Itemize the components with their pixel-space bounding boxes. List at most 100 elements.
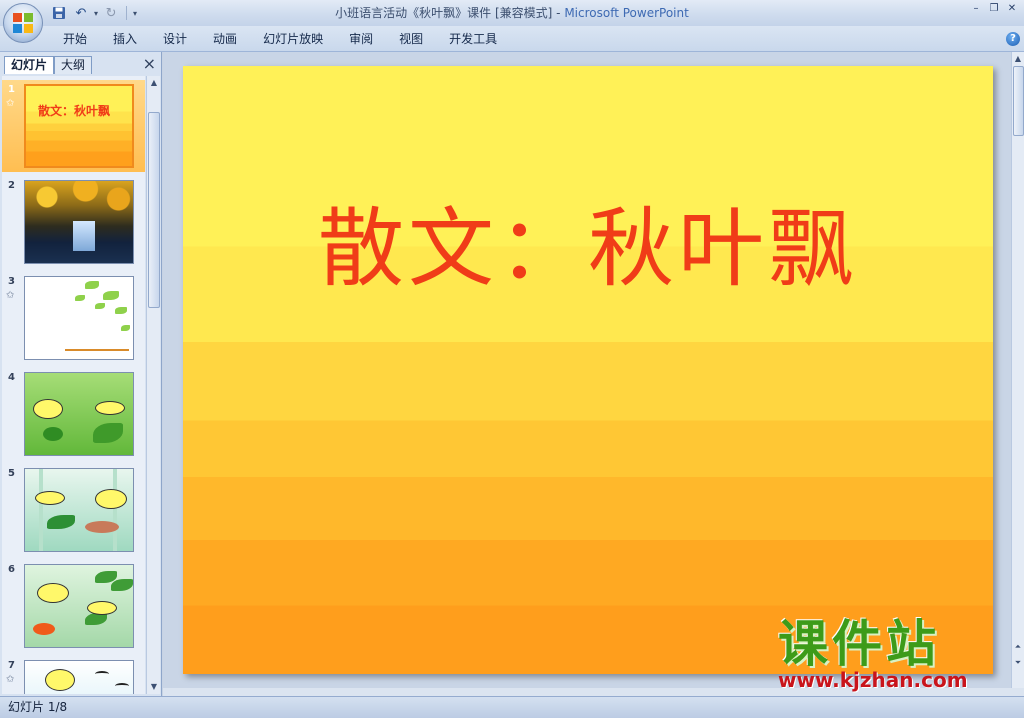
redo-icon[interactable]: ↻	[102, 4, 120, 22]
speech-bubble	[37, 583, 69, 603]
slide-thumbnail-3[interactable]: 3 ✩	[2, 272, 145, 364]
title-bar: 小班语言活动《秋叶飘》课件 [兼容模式] - Microsoft PowerPo…	[0, 0, 1024, 26]
app-name: Microsoft PowerPoint	[564, 6, 689, 20]
undo-icon[interactable]: ↶	[72, 4, 90, 22]
slide-number: 4	[8, 372, 15, 383]
slide-thumbnail-6[interactable]: 6	[2, 560, 145, 652]
tab-review[interactable]: 审阅	[336, 26, 386, 52]
ribbon-tabs: 开始 插入 设计 动画 幻灯片放映 审阅 视图 开发工具	[50, 26, 510, 52]
swallow-image	[115, 683, 129, 689]
tab-slideshow[interactable]: 幻灯片放映	[250, 26, 336, 52]
caterpillar-image	[43, 427, 63, 441]
waterfall-image	[73, 221, 95, 251]
tab-developer[interactable]: 开发工具	[436, 26, 510, 52]
leaf-shape	[47, 515, 75, 529]
clownfish-image	[33, 623, 55, 635]
slide-counter: 幻灯片 1/8	[8, 700, 68, 714]
close-window-icon[interactable]: ✕	[1006, 3, 1018, 15]
swallow-image	[95, 671, 109, 677]
office-button[interactable]	[3, 3, 43, 43]
tab-outline[interactable]: 大纲	[54, 56, 93, 74]
current-slide[interactable]: 散文：秋叶飘	[183, 66, 993, 674]
slide-preview	[24, 468, 134, 552]
slide-thumbnail-5[interactable]: 5	[2, 464, 145, 556]
speech-bubble	[35, 491, 65, 505]
leaf-shape	[95, 303, 105, 309]
slide-editor: 散文：秋叶飘	[163, 52, 1011, 688]
speech-bubble	[45, 669, 75, 691]
customize-toolbar-icon[interactable]: ▾	[133, 9, 137, 18]
scroll-up-icon[interactable]: ▲	[1012, 52, 1024, 66]
animation-star-icon: ✩	[6, 98, 15, 109]
speech-bubble	[95, 401, 125, 415]
leaf-shape	[103, 291, 119, 300]
tab-home[interactable]: 开始	[50, 26, 100, 52]
slide-preview	[24, 276, 134, 360]
restore-icon[interactable]: ❐	[988, 3, 1000, 15]
slide-preview-title: 散文：秋叶飘	[38, 104, 111, 118]
window-title: 小班语言活动《秋叶飘》课件 [兼容模式] - Microsoft PowerPo…	[0, 0, 1024, 26]
reed-shape	[39, 469, 43, 551]
slide-number: 1	[8, 84, 15, 95]
reed-shape	[113, 469, 117, 551]
close-pane-icon[interactable]: ×	[143, 55, 156, 73]
animation-star-icon: ✩	[6, 674, 15, 685]
document-title: 小班语言活动《秋叶飘》课件 [兼容模式]	[335, 6, 553, 20]
slide-thumbnail-2[interactable]: 2	[2, 176, 145, 268]
watermark-text: 课件站	[778, 615, 940, 673]
fish-image	[85, 521, 119, 533]
window-controls: – ❐ ✕	[970, 3, 1018, 15]
tab-slides[interactable]: 幻灯片	[4, 56, 55, 74]
leaf-shape	[93, 423, 123, 443]
tab-insert[interactable]: 插入	[100, 26, 150, 52]
slide-number: 2	[8, 180, 15, 191]
slides-pane: 幻灯片 大纲 × 1 ✩ 散文：秋叶飘 2 3 ✩ 4 5 6 7 ✩ ▲ ▼	[0, 52, 162, 696]
slide-thumbnail-4[interactable]: 4	[2, 368, 145, 460]
slide-preview: 散文：秋叶飘	[24, 84, 134, 168]
next-slide-icon[interactable]: ⏷	[1012, 656, 1024, 670]
slide-thumbnail-1[interactable]: 1 ✩ 散文：秋叶飘	[2, 80, 145, 172]
quick-access-toolbar: ↶ ▾ ↻ ▾	[50, 3, 137, 23]
leaf-shape	[121, 325, 130, 331]
autumn-leaves-image	[25, 181, 133, 221]
slide-preview	[24, 372, 134, 456]
scroll-thumb[interactable]	[148, 112, 160, 308]
leaf-shape	[111, 579, 133, 591]
scroll-thumb[interactable]	[1013, 66, 1024, 136]
slide-number: 3	[8, 276, 15, 287]
slide-title[interactable]: 散文：秋叶飘	[183, 194, 993, 304]
minimize-icon[interactable]: –	[970, 3, 982, 15]
toolbar-separator	[126, 6, 128, 20]
leaf-shape	[85, 281, 99, 289]
slide-number: 6	[8, 564, 15, 575]
tab-design[interactable]: 设计	[150, 26, 200, 52]
tab-animations[interactable]: 动画	[200, 26, 250, 52]
watermark-url: www.kjzhan.com	[778, 668, 968, 692]
leaf-shape	[75, 295, 85, 301]
tab-view[interactable]: 视图	[386, 26, 436, 52]
undo-dropdown-icon[interactable]: ▾	[94, 9, 98, 18]
editor-scrollbar[interactable]: ▲ ⏶ ⏷	[1011, 52, 1024, 688]
previous-slide-icon[interactable]: ⏶	[1012, 640, 1024, 654]
leaf-shape	[115, 307, 127, 314]
slide-thumbnail-7[interactable]: 7 ✩	[2, 656, 145, 694]
slides-pane-scrollbar[interactable]: ▲ ▼	[146, 76, 160, 694]
ribbon: 开始 插入 设计 动画 幻灯片放映 审阅 视图 开发工具 ?	[0, 26, 1024, 52]
slide-number: 7	[8, 660, 15, 671]
status-bar: 幻灯片 1/8	[0, 696, 1024, 718]
scroll-down-icon[interactable]: ▼	[147, 680, 161, 694]
slide-thumbnail-list: 1 ✩ 散文：秋叶飘 2 3 ✩ 4 5 6 7 ✩	[2, 76, 145, 694]
watermark-logo: 课件站 www.kjzhan.com	[772, 614, 1012, 694]
slide-preview	[24, 660, 134, 694]
speech-bubble	[95, 489, 127, 509]
text-strip	[65, 349, 129, 351]
title-separator: -	[552, 6, 565, 20]
slide-number: 5	[8, 468, 15, 479]
pane-tabs: 幻灯片 大纲 ×	[2, 54, 160, 74]
slide-preview	[24, 564, 134, 648]
slide-preview	[24, 180, 134, 264]
speech-bubble	[33, 399, 63, 419]
save-icon[interactable]	[50, 4, 68, 22]
scroll-up-icon[interactable]: ▲	[147, 76, 161, 90]
help-icon[interactable]: ?	[1006, 32, 1020, 46]
